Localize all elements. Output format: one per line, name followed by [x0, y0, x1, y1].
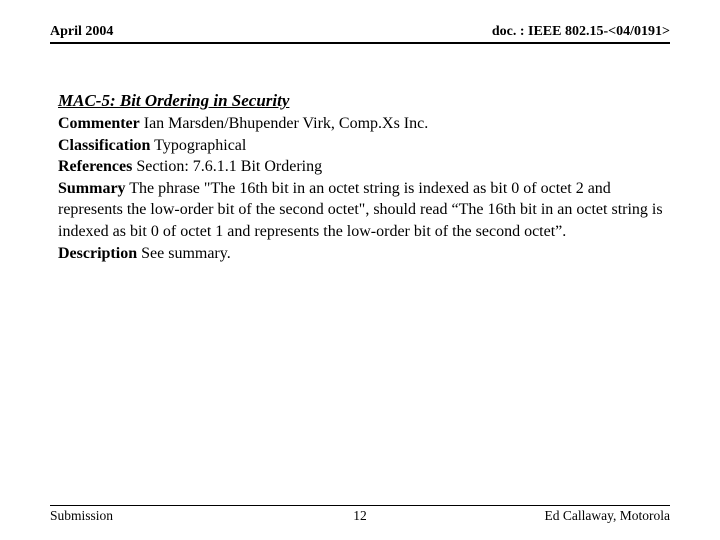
description-line: Description See summary.: [58, 243, 670, 265]
summary-line: Summary The phrase "The 16th bit in an o…: [58, 178, 670, 243]
header-doc-ref: doc. : IEEE 802.15-<04/0191>: [492, 24, 670, 40]
commenter-label: Commenter: [58, 115, 140, 132]
classification-line: Classification Typographical: [58, 135, 670, 157]
document-body: MAC-5: Bit Ordering in Security Commente…: [58, 90, 670, 264]
commenter-value: Ian Marsden/Bhupender Virk, Comp.Xs Inc.: [140, 115, 428, 132]
page-footer: Submission 12 Ed Callaway, Motorola: [50, 505, 670, 524]
references-line: References Section: 7.6.1.1 Bit Ordering: [58, 156, 670, 178]
references-value: Section: 7.6.1.1 Bit Ordering: [132, 158, 322, 175]
summary-value: The phrase "The 16th bit in an octet str…: [58, 180, 663, 240]
commenter-line: Commenter Ian Marsden/Bhupender Virk, Co…: [58, 113, 670, 135]
classification-label: Classification: [58, 137, 150, 154]
section-title: MAC-5: Bit Ordering in Security: [58, 90, 670, 113]
summary-label: Summary: [58, 180, 126, 197]
footer-page-number: 12: [50, 508, 670, 524]
description-value: See summary.: [137, 245, 231, 262]
description-label: Description: [58, 245, 137, 262]
page-header: April 2004 doc. : IEEE 802.15-<04/0191>: [50, 24, 670, 44]
header-date: April 2004: [50, 24, 113, 40]
references-label: References: [58, 158, 132, 175]
classification-value: Typographical: [150, 137, 246, 154]
